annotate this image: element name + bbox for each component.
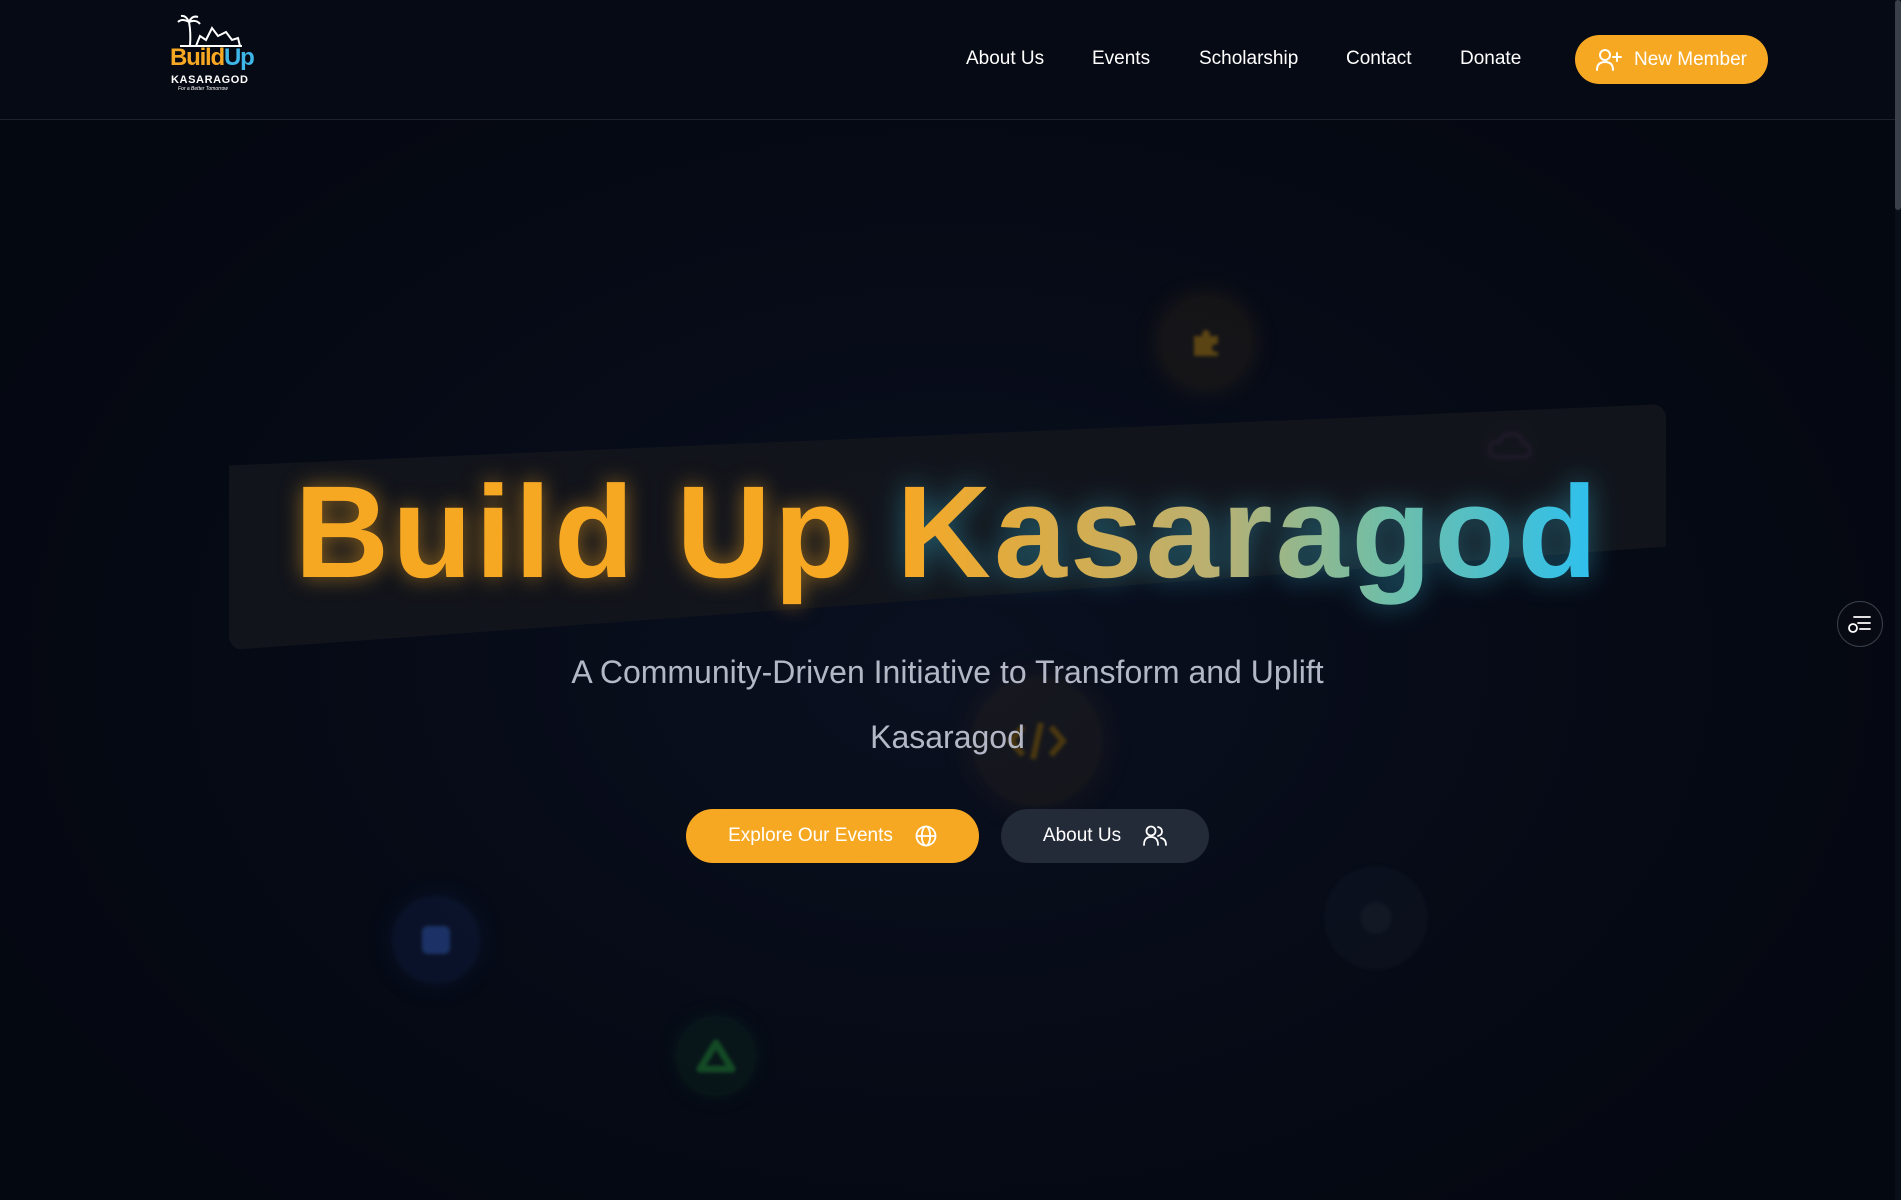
- puzzle-icon: [1160, 296, 1252, 388]
- logo-subtitle: KASARAGOD: [171, 74, 249, 86]
- logo-build-text: Build: [170, 44, 225, 71]
- hero-title: Build Up Kasaragod: [0, 462, 1895, 602]
- hero-subtitle: A Community-Driven Initiative to Transfo…: [0, 640, 1895, 770]
- about-us-label: About Us: [1042, 825, 1122, 846]
- hero-subtitle-line1: A Community-Driven Initiative to Transfo…: [571, 654, 1324, 690]
- user-plus-icon: [1596, 48, 1622, 71]
- recycle-icon: [676, 1016, 756, 1096]
- palm-tree-logo-art: [177, 14, 242, 47]
- database-icon: [392, 896, 480, 984]
- nav-scholarship[interactable]: Scholarship: [1199, 48, 1298, 70]
- page: BuildUp KASARAGOD For a Better Tomorrow …: [0, 0, 1901, 1200]
- site-header: BuildUp KASARAGOD For a Better Tomorrow …: [0, 0, 1895, 120]
- logo-wordmark: BuildUp: [170, 44, 255, 71]
- new-member-button[interactable]: New Member: [1575, 35, 1768, 84]
- nav-contact[interactable]: Contact: [1346, 48, 1411, 70]
- nav-about-us[interactable]: About Us: [966, 48, 1044, 70]
- hero-title-part1: Build Up: [294, 458, 857, 605]
- new-member-label: New Member: [1634, 48, 1747, 70]
- explore-events-label: Explore Our Events: [728, 825, 893, 846]
- nav-events[interactable]: Events: [1092, 48, 1150, 70]
- accessibility-menu-icon: [1848, 616, 1871, 633]
- about-us-button[interactable]: About Us: [1001, 809, 1209, 863]
- accessibility-menu-button[interactable]: [1837, 601, 1883, 647]
- nav-donate[interactable]: Donate: [1460, 48, 1521, 70]
- page-scrollbar[interactable]: [1895, 0, 1901, 1200]
- explore-events-button[interactable]: Explore Our Events: [686, 809, 979, 863]
- logo-tagline: For a Better Tomorrow: [178, 86, 228, 92]
- hero-subtitle-line2: Kasaragod: [870, 719, 1025, 755]
- site-logo[interactable]: BuildUp KASARAGOD For a Better Tomorrow: [170, 14, 255, 94]
- atom-icon: [1324, 866, 1428, 970]
- scrollbar-thumb[interactable]: [1895, 0, 1901, 210]
- logo-up-text: Up: [224, 44, 255, 71]
- users-icon: [1143, 825, 1167, 846]
- globe-icon: [915, 825, 937, 847]
- hero-title-part2: Kasaragod: [896, 458, 1601, 605]
